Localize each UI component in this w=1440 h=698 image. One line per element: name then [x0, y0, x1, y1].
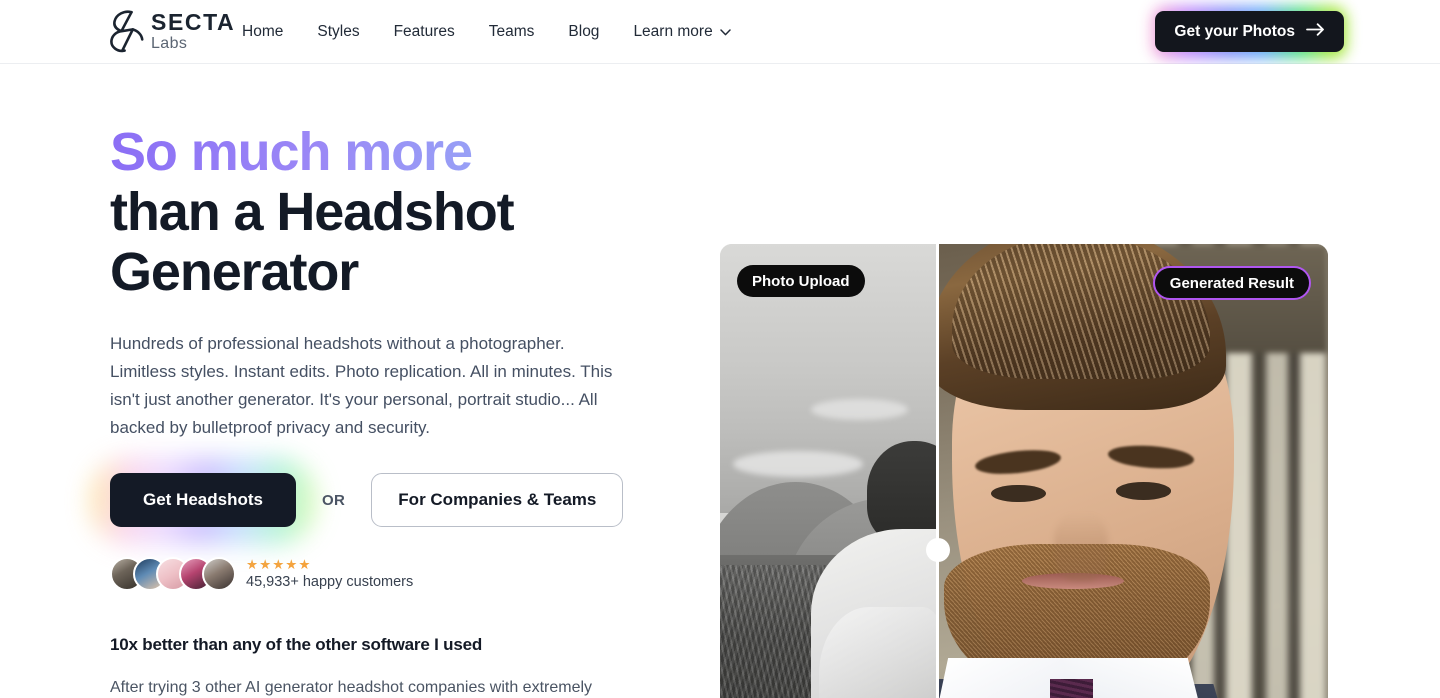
after-photo: [936, 244, 1328, 698]
star-rating: ★★★★★: [246, 556, 312, 572]
chevron-down-icon: [719, 23, 731, 41]
get-your-photos-button[interactable]: Get your Photos: [1155, 11, 1344, 52]
page-title: So much more than a Headshot Generator: [110, 122, 650, 302]
nav-label: Blog: [568, 23, 600, 40]
before-photo: [720, 244, 936, 698]
after-necktie: [1049, 679, 1093, 698]
button-label: Get your Photos: [1174, 22, 1295, 40]
happy-customers-count: 45,933+ happy customers: [246, 573, 414, 590]
hero-copy-column: So much more than a Headshot Generator H…: [90, 122, 650, 698]
nav-item-blog[interactable]: Blog: [568, 23, 599, 41]
social-proof-text-group: ★★★★★ 45,933+ happy customers: [246, 556, 414, 591]
photo-upload-badge: Photo Upload: [737, 265, 865, 297]
get-headshots-button[interactable]: Get Headshots: [110, 473, 296, 527]
nav-label: Learn more: [633, 23, 713, 40]
headline-gradient-line: So much more: [110, 122, 650, 182]
brand-logo[interactable]: SECTA Labs: [110, 9, 235, 53]
nav-label: Home: [242, 23, 284, 40]
nav-item-teams[interactable]: Teams: [489, 23, 535, 41]
avatar: [202, 557, 236, 591]
testimonial-block: 10x better than any of the other softwar…: [110, 635, 650, 698]
before-after-comparison[interactable]: Photo Upload Generated Result: [720, 244, 1328, 698]
nav-label: Features: [393, 23, 455, 40]
after-hair-strands: [951, 244, 1211, 379]
after-eye-right: [1116, 482, 1172, 500]
before-cloud: [732, 451, 863, 478]
main-nav: Home Styles Features Teams Blog Learn mo…: [242, 0, 731, 64]
nav-item-home[interactable]: Home: [242, 23, 283, 41]
headline-line-3: Generator: [110, 242, 359, 302]
nav-item-features[interactable]: Features: [394, 23, 455, 41]
nav-label: Styles: [317, 23, 360, 40]
comparison-slider-handle[interactable]: [925, 538, 950, 562]
header-cta-wrapper: Get your Photos: [1152, 6, 1347, 59]
comparison-divider: [936, 244, 939, 698]
before-image-pane: Photo Upload: [720, 244, 936, 698]
customer-avatars: [110, 557, 236, 591]
primary-cta-wrapper: Get Headshots: [90, 457, 316, 545]
generated-result-badge: Generated Result: [1152, 266, 1311, 300]
brand-name: SECTA: [151, 8, 236, 35]
social-proof: ★★★★★ 45,933+ happy customers: [110, 557, 650, 591]
hero-section: So much more than a Headshot Generator H…: [0, 64, 1440, 698]
or-separator-label: OR: [321, 491, 346, 509]
before-cloud: [810, 399, 908, 421]
brand-wordmark: SECTA Labs: [151, 8, 236, 52]
after-nose-shadow: [1053, 513, 1109, 581]
nav-label: Teams: [488, 23, 535, 40]
hero-subtext: Hundreds of professional headshots witho…: [110, 334, 613, 437]
for-companies-and-teams-button[interactable]: For Companies & Teams: [371, 473, 624, 527]
hero-cta-row: Get Headshots OR For Companies & Teams: [90, 457, 650, 545]
testimonial-title: 10x better than any of the other softwar…: [110, 635, 483, 654]
nav-item-learn-more[interactable]: Learn more: [633, 23, 731, 41]
arrow-right-icon: [1306, 22, 1325, 41]
testimonial-body: After trying 3 other AI generator headsh…: [110, 679, 593, 696]
site-header: SECTA Labs Home Styles Features Teams Bl…: [0, 0, 1440, 64]
after-image-pane: [936, 244, 1328, 698]
nav-item-styles[interactable]: Styles: [317, 23, 359, 41]
brand-sub: Labs: [151, 34, 188, 52]
headline-line-2: than a Headshot: [110, 182, 515, 242]
secta-bolt-logo-icon: [110, 9, 144, 53]
